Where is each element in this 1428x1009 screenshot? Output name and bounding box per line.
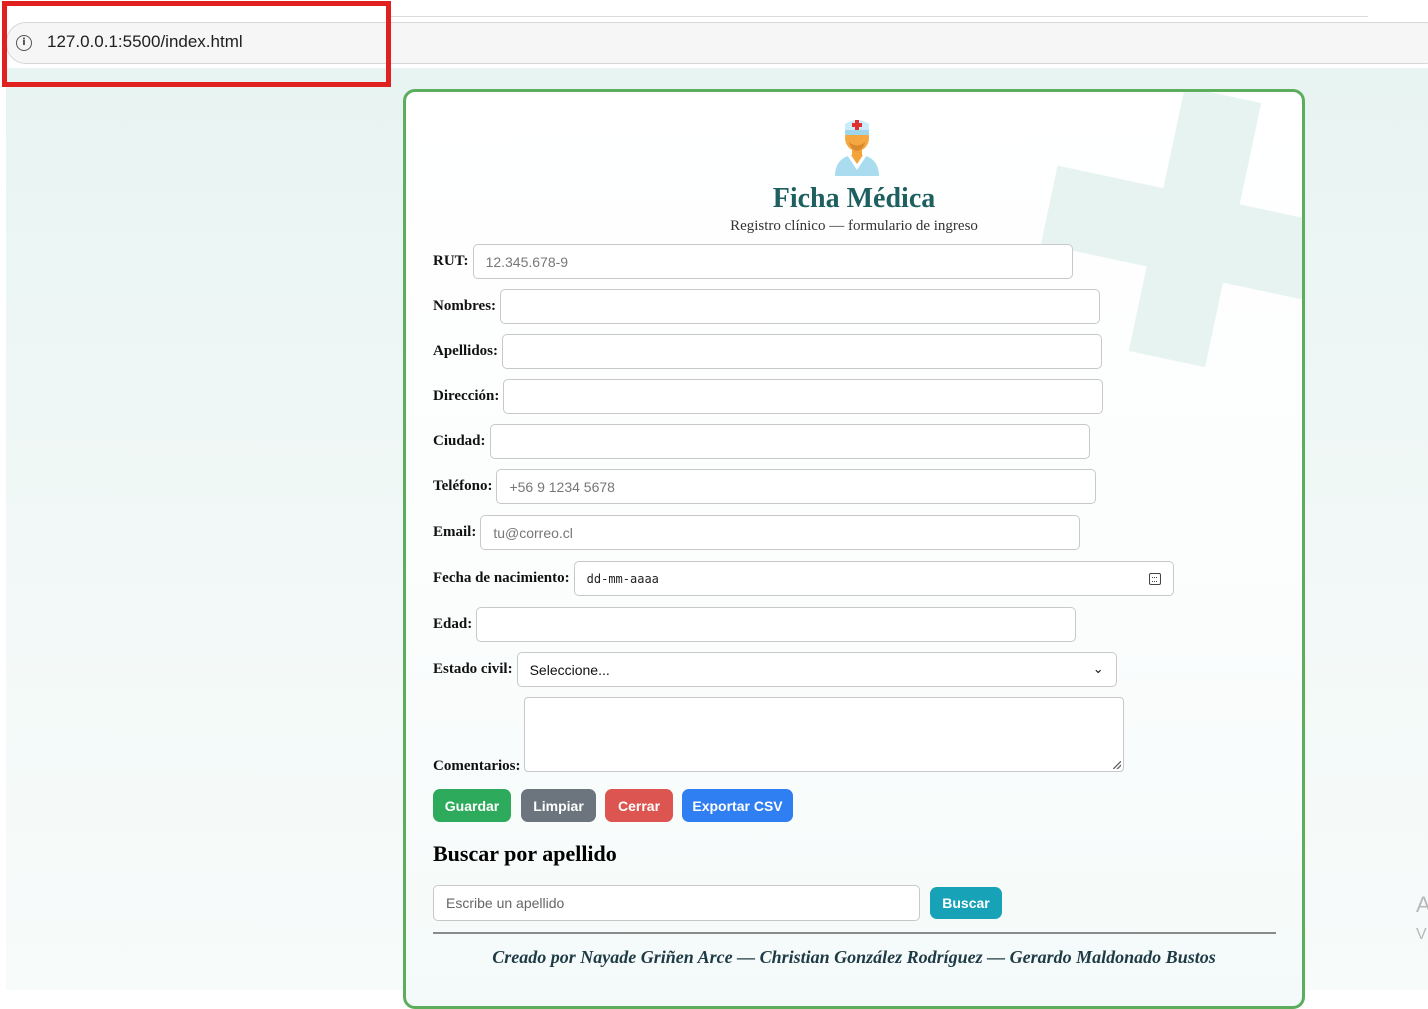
limpiar-button[interactable]: Limpiar xyxy=(521,789,596,822)
chevron-down-icon: ⌄ xyxy=(1092,662,1104,677)
buscar-button[interactable]: Buscar xyxy=(930,887,1002,919)
edad-input[interactable] xyxy=(476,607,1077,642)
credits-text: Creado por Nayade Griñen Arce — Christia… xyxy=(492,947,1216,967)
email-row: Email: tu@correo.cl xyxy=(433,515,1081,550)
edad-row: Edad: xyxy=(433,607,1077,642)
ciudad-label: Ciudad: xyxy=(433,433,486,449)
telefono-row: Teléfono: +56 9 1234 5678 xyxy=(433,469,1097,504)
ciudad-input[interactable] xyxy=(489,424,1090,459)
form-card: Ficha Médica Registro clínico — formular… xyxy=(403,89,1305,1009)
fecha-nacimiento-placeholder: dd-mm-aaaa xyxy=(586,571,659,586)
ciudad-row: Ciudad: xyxy=(433,424,1090,459)
edad-label: Edad: xyxy=(433,616,473,632)
direccion-input[interactable] xyxy=(503,379,1104,414)
apellidos-input[interactable] xyxy=(502,334,1103,369)
telefono-label: Teléfono: xyxy=(433,478,493,494)
search-heading: Buscar por apellido xyxy=(433,841,617,866)
page-subtitle: Registro clínico — formulario de ingreso xyxy=(730,218,978,234)
direccion-label: Dirección: xyxy=(433,388,500,404)
doctor-icon xyxy=(835,120,879,176)
guardar-button[interactable]: Guardar xyxy=(433,789,511,822)
resize-grip-icon[interactable] xyxy=(1113,761,1121,769)
nombres-row: Nombres: xyxy=(433,289,1101,324)
email-label: Email: xyxy=(433,524,477,540)
fecha-row: Fecha de nacimiento: dd-mm-aaaa xyxy=(433,561,1174,596)
edge-clipped-text: A xyxy=(1416,892,1428,917)
estado-civil-selected: Seleccione... xyxy=(529,661,610,678)
exportar-csv-button[interactable]: Exportar CSV xyxy=(682,789,793,822)
apellidos-row: Apellidos: xyxy=(433,334,1103,369)
page-viewport: Ficha Médica Registro clínico — formular… xyxy=(6,68,1428,1009)
fecha-nacimiento-input[interactable]: dd-mm-aaaa xyxy=(573,561,1174,596)
footer-divider xyxy=(433,932,1276,934)
rut-row: RUT: 12.345.678-9 xyxy=(433,244,1073,279)
rut-label: RUT: xyxy=(433,253,469,269)
page-title: Ficha Médica xyxy=(772,183,936,214)
divider xyxy=(390,16,1368,17)
email-input[interactable]: tu@correo.cl xyxy=(480,515,1081,550)
estado-civil-row: Estado civil: Seleccione... ⌄ xyxy=(433,652,1117,687)
cerrar-button[interactable]: Cerrar xyxy=(605,789,673,822)
highlight-box xyxy=(2,1,391,87)
search-input[interactable]: Escribe un apellido xyxy=(433,885,920,921)
comentarios-label: Comentarios: xyxy=(433,758,521,774)
telefono-input[interactable]: +56 9 1234 5678 xyxy=(496,469,1097,504)
nombres-label: Nombres: xyxy=(433,298,497,314)
calendar-icon[interactable] xyxy=(1148,572,1161,585)
comentarios-textarea[interactable] xyxy=(524,697,1124,772)
apellidos-label: Apellidos: xyxy=(433,343,499,359)
edge-clipped-text-2: V xyxy=(1416,926,1427,943)
rut-input[interactable]: 12.345.678-9 xyxy=(472,244,1073,279)
estado-civil-label: Estado civil: xyxy=(433,661,513,677)
direccion-row: Dirección: xyxy=(433,379,1104,414)
estado-civil-select[interactable]: Seleccione... ⌄ xyxy=(516,652,1117,687)
fecha-nacimiento-label: Fecha de nacimiento: xyxy=(433,570,570,586)
nombres-input[interactable] xyxy=(500,289,1101,324)
